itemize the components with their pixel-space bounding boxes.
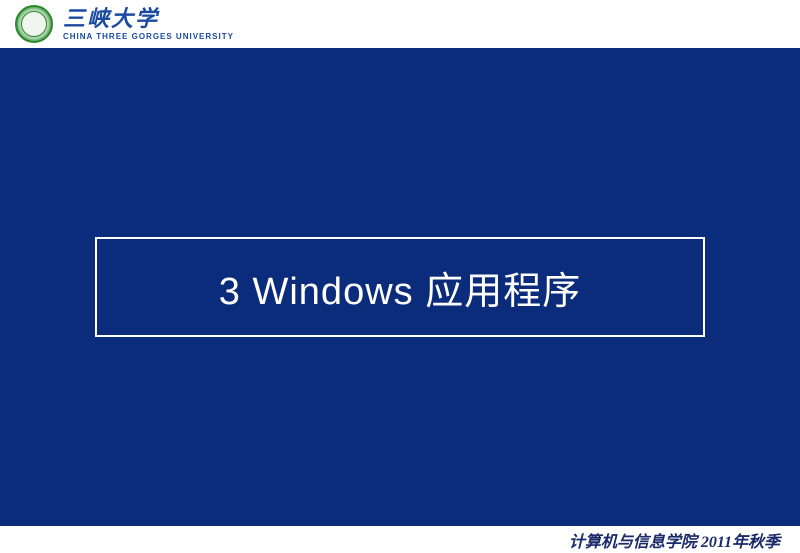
- slide-header: 三峡大学 CHINA THREE GORGES UNIVERSITY: [0, 0, 800, 48]
- university-name-chinese: 三峡大学: [63, 8, 234, 30]
- university-logo-icon: [15, 5, 53, 43]
- university-name-block: 三峡大学 CHINA THREE GORGES UNIVERSITY: [63, 8, 234, 41]
- university-name-english: CHINA THREE GORGES UNIVERSITY: [63, 32, 234, 41]
- slide-title: 3 Windows 应用程序: [219, 260, 581, 315]
- footer-text: 计算机与信息学院 2011年秋季: [569, 528, 780, 552]
- title-container: 3 Windows 应用程序: [95, 237, 705, 337]
- slide-footer: 计算机与信息学院 2011年秋季: [0, 526, 800, 553]
- slide-body: 3 Windows 应用程序: [0, 48, 800, 526]
